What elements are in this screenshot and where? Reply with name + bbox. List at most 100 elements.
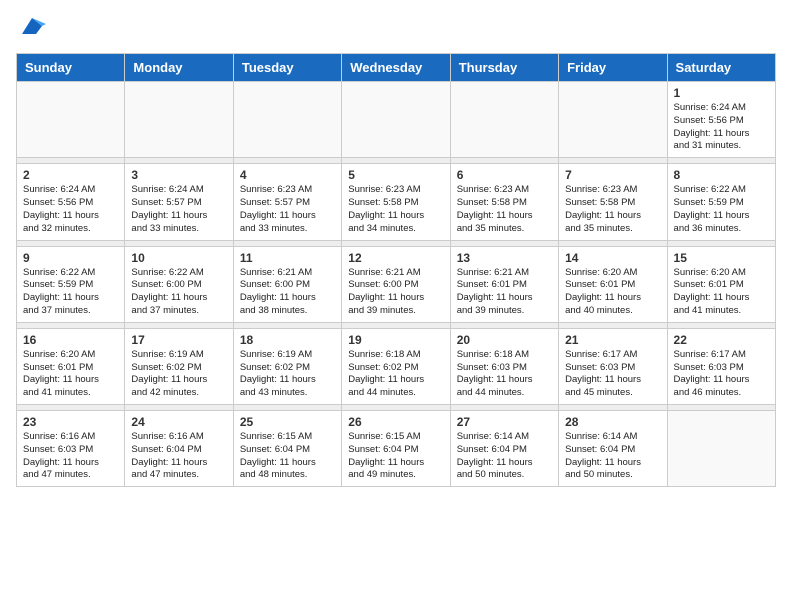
day-number: 28 (565, 415, 660, 429)
weekday-header-sunday: Sunday (17, 54, 125, 82)
day-number: 6 (457, 168, 552, 182)
day-info: Sunrise: 6:23 AM Sunset: 5:58 PM Dayligh… (457, 184, 552, 235)
day-info: Sunrise: 6:24 AM Sunset: 5:56 PM Dayligh… (23, 184, 118, 235)
day-number: 17 (131, 333, 226, 347)
calendar-day-4: 4 Sunrise: 6:23 AM Sunset: 5:57 PM Daylig… (233, 164, 341, 240)
calendar-week-row: 9 Sunrise: 6:22 AM Sunset: 5:59 PM Daylig… (17, 246, 776, 322)
calendar-day-3: 3 Sunrise: 6:24 AM Sunset: 5:57 PM Daylig… (125, 164, 233, 240)
calendar-day-7: 7 Sunrise: 6:23 AM Sunset: 5:58 PM Daylig… (559, 164, 667, 240)
day-info: Sunrise: 6:20 AM Sunset: 6:01 PM Dayligh… (23, 349, 118, 400)
day-number: 15 (674, 251, 769, 265)
day-number: 22 (674, 333, 769, 347)
day-info: Sunrise: 6:22 AM Sunset: 6:00 PM Dayligh… (131, 267, 226, 318)
day-info: Sunrise: 6:17 AM Sunset: 6:03 PM Dayligh… (565, 349, 660, 400)
day-info: Sunrise: 6:18 AM Sunset: 6:02 PM Dayligh… (348, 349, 443, 400)
day-info: Sunrise: 6:20 AM Sunset: 6:01 PM Dayligh… (674, 267, 769, 318)
logo-bird-icon (18, 16, 46, 41)
day-info: Sunrise: 6:16 AM Sunset: 6:04 PM Dayligh… (131, 431, 226, 482)
day-number: 4 (240, 168, 335, 182)
day-number: 12 (348, 251, 443, 265)
day-number: 14 (565, 251, 660, 265)
day-number: 27 (457, 415, 552, 429)
calendar-day-9: 9 Sunrise: 6:22 AM Sunset: 5:59 PM Daylig… (17, 246, 125, 322)
day-info: Sunrise: 6:16 AM Sunset: 6:03 PM Dayligh… (23, 431, 118, 482)
calendar-day-12: 12 Sunrise: 6:21 AM Sunset: 6:00 PM Dayli… (342, 246, 450, 322)
weekday-header-saturday: Saturday (667, 54, 775, 82)
day-number: 10 (131, 251, 226, 265)
weekday-header-wednesday: Wednesday (342, 54, 450, 82)
day-number: 2 (23, 168, 118, 182)
day-number: 9 (23, 251, 118, 265)
weekday-header-friday: Friday (559, 54, 667, 82)
calendar-day-25: 25Sunrise: 6:15 AM Sunset: 6:04 PM Dayli… (233, 411, 341, 487)
calendar-week-row: 2 Sunrise: 6:24 AM Sunset: 5:56 PM Daylig… (17, 164, 776, 240)
calendar-empty-cell (342, 82, 450, 158)
day-number: 5 (348, 168, 443, 182)
calendar-week-row: 16 Sunrise: 6:20 AM Sunset: 6:01 PM Dayli… (17, 328, 776, 404)
day-info: Sunrise: 6:21 AM Sunset: 6:00 PM Dayligh… (240, 267, 335, 318)
day-number: 20 (457, 333, 552, 347)
calendar-day-6: 6 Sunrise: 6:23 AM Sunset: 5:58 PM Daylig… (450, 164, 558, 240)
day-number: 8 (674, 168, 769, 182)
weekday-header-row: SundayMondayTuesdayWednesdayThursdayFrid… (17, 54, 776, 82)
calendar-empty-cell (125, 82, 233, 158)
calendar-day-11: 11 Sunrise: 6:21 AM Sunset: 6:00 PM Dayli… (233, 246, 341, 322)
calendar-empty-cell (17, 82, 125, 158)
calendar-day-22: 22 Sunrise: 6:17 AM Sunset: 6:03 PM Dayli… (667, 328, 775, 404)
calendar-day-20: 20 Sunrise: 6:18 AM Sunset: 6:03 PM Dayli… (450, 328, 558, 404)
weekday-header-thursday: Thursday (450, 54, 558, 82)
day-info: Sunrise: 6:14 AM Sunset: 6:04 PM Dayligh… (565, 431, 660, 482)
calendar-day-27: 27 Sunrise: 6:14 AM Sunset: 6:04 PM Dayli… (450, 411, 558, 487)
day-info: Sunrise: 6:23 AM Sunset: 5:58 PM Dayligh… (348, 184, 443, 235)
day-info: Sunrise: 6:14 AM Sunset: 6:04 PM Dayligh… (457, 431, 552, 482)
day-number: 25 (240, 415, 335, 429)
day-info: Sunrise: 6:23 AM Sunset: 5:57 PM Dayligh… (240, 184, 335, 235)
calendar-day-26: 26 Sunrise: 6:15 AM Sunset: 6:04 PM Dayli… (342, 411, 450, 487)
day-info: Sunrise: 6:22 AM Sunset: 5:59 PM Dayligh… (674, 184, 769, 235)
weekday-header-tuesday: Tuesday (233, 54, 341, 82)
logo (16, 16, 46, 41)
day-number: 26 (348, 415, 443, 429)
day-number: 21 (565, 333, 660, 347)
day-number: 24 (131, 415, 226, 429)
calendar-day-10: 10 Sunrise: 6:22 AM Sunset: 6:00 PM Dayli… (125, 246, 233, 322)
calendar-day-2: 2 Sunrise: 6:24 AM Sunset: 5:56 PM Daylig… (17, 164, 125, 240)
day-info: Sunrise: 6:24 AM Sunset: 5:56 PM Dayligh… (674, 102, 769, 153)
calendar-day-28: 28 Sunrise: 6:14 AM Sunset: 6:04 PM Dayli… (559, 411, 667, 487)
day-number: 23 (23, 415, 118, 429)
day-number: 13 (457, 251, 552, 265)
calendar-empty-cell (559, 82, 667, 158)
calendar-day-19: 19 Sunrise: 6:18 AM Sunset: 6:02 PM Dayli… (342, 328, 450, 404)
day-info: Sunrise: 6:23 AM Sunset: 5:58 PM Dayligh… (565, 184, 660, 235)
day-info: Sunrise: 6:17 AM Sunset: 6:03 PM Dayligh… (674, 349, 769, 400)
day-number: 16 (23, 333, 118, 347)
day-info: Sunrise: 6:18 AM Sunset: 6:03 PM Dayligh… (457, 349, 552, 400)
calendar-empty-cell (450, 82, 558, 158)
calendar-day-18: 18Sunrise: 6:19 AM Sunset: 6:02 PM Dayli… (233, 328, 341, 404)
weekday-header-monday: Monday (125, 54, 233, 82)
calendar-day-14: 14 Sunrise: 6:20 AM Sunset: 6:01 PM Dayli… (559, 246, 667, 322)
calendar-day-8: 8 Sunrise: 6:22 AM Sunset: 5:59 PM Daylig… (667, 164, 775, 240)
day-info: Sunrise: 6:22 AM Sunset: 5:59 PM Dayligh… (23, 267, 118, 318)
calendar-day-16: 16 Sunrise: 6:20 AM Sunset: 6:01 PM Dayli… (17, 328, 125, 404)
day-number: 7 (565, 168, 660, 182)
calendar-day-15: 15 Sunrise: 6:20 AM Sunset: 6:01 PM Dayli… (667, 246, 775, 322)
day-number: 19 (348, 333, 443, 347)
day-info: Sunrise: 6:20 AM Sunset: 6:01 PM Dayligh… (565, 267, 660, 318)
calendar-week-row: 1Sunrise: 6:24 AM Sunset: 5:56 PM Daylig… (17, 82, 776, 158)
calendar-week-row: 23 Sunrise: 6:16 AM Sunset: 6:03 PM Dayli… (17, 411, 776, 487)
calendar-empty-cell (233, 82, 341, 158)
day-info: Sunrise: 6:19 AM Sunset: 6:02 PM Dayligh… (240, 349, 335, 400)
calendar-day-1: 1Sunrise: 6:24 AM Sunset: 5:56 PM Daylig… (667, 82, 775, 158)
day-info: Sunrise: 6:19 AM Sunset: 6:02 PM Dayligh… (131, 349, 226, 400)
calendar-day-24: 24 Sunrise: 6:16 AM Sunset: 6:04 PM Dayli… (125, 411, 233, 487)
day-info: Sunrise: 6:24 AM Sunset: 5:57 PM Dayligh… (131, 184, 226, 235)
day-info: Sunrise: 6:21 AM Sunset: 6:00 PM Dayligh… (348, 267, 443, 318)
calendar-day-13: 13Sunrise: 6:21 AM Sunset: 6:01 PM Dayli… (450, 246, 558, 322)
calendar-empty-cell (667, 411, 775, 487)
calendar-day-21: 21 Sunrise: 6:17 AM Sunset: 6:03 PM Dayli… (559, 328, 667, 404)
day-number: 3 (131, 168, 226, 182)
day-info: Sunrise: 6:15 AM Sunset: 6:04 PM Dayligh… (348, 431, 443, 482)
day-number: 11 (240, 251, 335, 265)
calendar-table: SundayMondayTuesdayWednesdayThursdayFrid… (16, 53, 776, 487)
